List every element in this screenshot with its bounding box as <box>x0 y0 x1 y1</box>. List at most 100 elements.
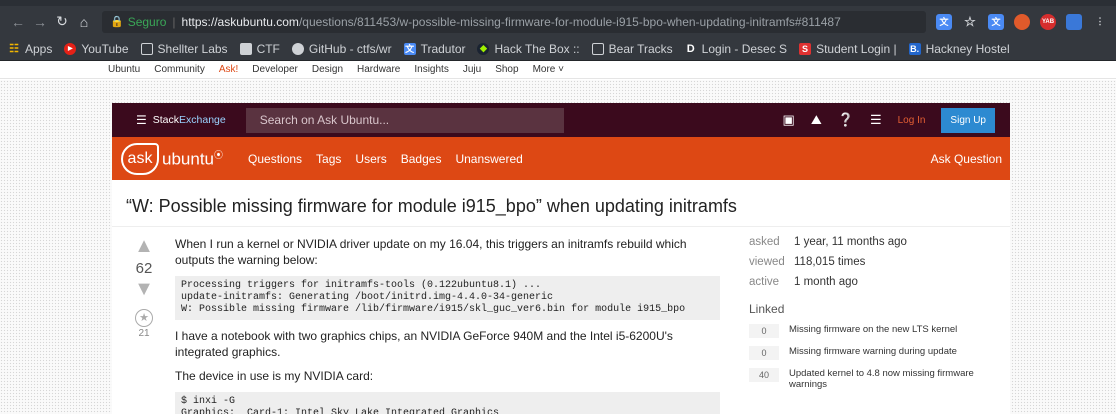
b-icon: B. <box>908 42 921 55</box>
bookmark-student[interactable]: S Student Login | <box>799 42 897 56</box>
site-search-input[interactable]: Search on Ask Ubuntu... <box>245 107 564 133</box>
nav-users[interactable]: Users <box>348 152 393 166</box>
code-block: Processing triggers for initramfs-tools … <box>175 276 720 320</box>
bookmark-apps[interactable]: ☷ Apps <box>8 42 52 56</box>
extension-icon-blue[interactable] <box>1066 13 1082 30</box>
ask-question-button[interactable]: Ask Question <box>931 152 1002 166</box>
code-block: $ inxi -G Graphics: Card-1: Intel Sky La… <box>175 392 720 414</box>
url-separator: | <box>172 14 176 29</box>
linked-title[interactable]: Missing firmware on the new LTS kernel <box>789 324 957 335</box>
back-icon[interactable]: ← <box>8 14 28 30</box>
s-icon: S <box>799 42 812 55</box>
upvote-arrow-icon[interactable]: ▲ <box>128 236 160 256</box>
nav-questions[interactable]: Questions <box>241 152 309 166</box>
linked-item[interactable]: 0 Missing firmware on the new LTS kernel <box>749 324 989 338</box>
ubuntu-global-nav: Ubuntu Community Ask! Developer Design H… <box>0 61 1116 79</box>
logo-ubuntu-word: ubuntu <box>162 149 214 169</box>
nav-developer[interactable]: Developer <box>252 64 298 75</box>
bookmarks-bar: ☷ Apps ▶ YouTube Shellter Labs CTF GitHub … <box>0 37 1116 61</box>
folder-icon <box>239 42 252 55</box>
bookmark-label: Apps <box>25 41 53 56</box>
signup-button[interactable]: Sign Up <box>941 107 995 133</box>
post-paragraph: When I run a kernel or NVIDIA driver upd… <box>175 237 687 267</box>
bookmark-tradutor[interactable]: 文 Tradutor <box>403 41 466 56</box>
apps-grid-icon: ☷ <box>9 43 19 55</box>
logo-exchange-text: Exchange <box>179 114 226 126</box>
logo-stack-text: Stack <box>152 114 180 126</box>
bookmark-label: Tradutor <box>420 41 466 56</box>
nav-insights[interactable]: Insights <box>414 64 448 75</box>
url-input[interactable]: 🔒 Seguro | https://askubuntu.com/questio… <box>102 10 926 33</box>
nav-juju[interactable]: Juju <box>463 64 481 75</box>
logo-ask-bubble: ask <box>121 142 159 175</box>
nav-unanswered[interactable]: Unanswered <box>448 152 529 166</box>
se-menu-icon: ☰ <box>136 113 147 127</box>
htb-icon: ◆ <box>477 42 490 55</box>
linked-heading: Linked <box>749 302 785 316</box>
bookmark-htb[interactable]: ◆ Hack The Box :: <box>477 42 580 56</box>
stat-label: asked <box>749 236 780 248</box>
nav-ask[interactable]: Ask! <box>219 64 238 75</box>
linked-item[interactable]: 40 Updated kernel to 4.8 now missing firm… <box>749 368 989 390</box>
question-title[interactable]: “W: Possible missing firmware for module… <box>126 196 737 217</box>
logo-ubuntu-text: ubuntu⦿ <box>162 148 223 170</box>
linked-title[interactable]: Updated kernel to 4.8 now missing firmwa… <box>789 368 989 390</box>
stat-label: active <box>749 276 780 288</box>
favorite-count: 21 <box>138 328 150 339</box>
linked-item[interactable]: 0 Missing firmware warning during update <box>749 346 989 360</box>
stat-active: active 1 month ago <box>749 276 989 288</box>
extension-icons: 文 ☆ 文 YAB ⋮ <box>936 13 1108 30</box>
home-icon[interactable]: ⌂ <box>74 14 94 30</box>
translate-ext-icon-2[interactable]: 文 <box>988 13 1004 30</box>
github-icon <box>291 42 304 55</box>
menu-kebab-icon[interactable]: ⋮ <box>1092 14 1108 30</box>
help-icon[interactable]: ❔ <box>838 112 854 128</box>
stat-value: 118,015 times <box>794 256 866 268</box>
bookmark-ctf[interactable]: CTF <box>239 41 280 56</box>
bookmark-beartracks[interactable]: Bear Tracks <box>591 42 673 56</box>
downvote-arrow-icon[interactable]: ▼ <box>128 279 160 299</box>
stackexchange-logo[interactable]: ☰ Stack Exchange <box>136 113 226 127</box>
bookmark-hackney[interactable]: B. Hackney Hostel <box>908 42 1010 56</box>
nav-tags[interactable]: Tags <box>309 152 348 166</box>
linked-score: 40 <box>749 368 779 382</box>
nav-design[interactable]: Design <box>312 64 343 75</box>
login-link[interactable]: Log In <box>898 115 926 126</box>
bookmark-desec[interactable]: D Login - Desec S <box>685 42 787 56</box>
bookmark-label: Student Login | <box>816 41 897 56</box>
stat-value[interactable]: 1 year, 11 months ago <box>794 236 907 248</box>
nav-badges[interactable]: Badges <box>394 152 449 166</box>
nav-community[interactable]: Community <box>154 64 205 75</box>
forward-icon[interactable]: → <box>30 14 50 30</box>
translate-ext-icon[interactable]: 文 <box>936 13 952 30</box>
bookmark-label: Shellter Labs <box>157 41 228 56</box>
star-icon[interactable]: ☆ <box>962 14 978 30</box>
url-host: https://askubuntu.com <box>181 14 299 29</box>
vote-count: 62 <box>135 260 153 277</box>
url-path: /questions/811453/w-possible-missing-fir… <box>298 14 841 29</box>
nav-shop[interactable]: Shop <box>495 64 518 75</box>
bookmark-shellter[interactable]: Shellter Labs <box>140 41 228 56</box>
yab-ext-icon[interactable]: YAB <box>1040 13 1056 30</box>
stat-viewed: viewed 118,015 times <box>749 256 989 268</box>
secure-label: Seguro <box>127 14 167 29</box>
achievements-trophy-icon[interactable]: ⛰ <box>811 112 822 128</box>
nav-hardware[interactable]: Hardware <box>357 64 400 75</box>
site-switcher-icon[interactable]: ☰ <box>870 112 882 128</box>
bookmark-label: CTF <box>256 41 280 56</box>
stat-value[interactable]: 1 month ago <box>794 276 858 288</box>
nav-ubuntu[interactable]: Ubuntu <box>108 64 140 75</box>
askubuntu-logo[interactable]: ask ubuntu⦿ <box>121 142 223 175</box>
bookmark-label: YouTube <box>81 41 129 56</box>
vote-cell: ▲ 62 ▼ ★ 21 <box>128 236 160 339</box>
askubuntu-header: ask ubuntu⦿ Questions Tags Users Badges … <box>112 137 1010 180</box>
nav-more[interactable]: More ˅ <box>533 64 564 75</box>
inbox-icon[interactable]: ▣ <box>783 112 795 128</box>
linked-title[interactable]: Missing firmware warning during update <box>789 346 957 357</box>
bookmark-github[interactable]: GitHub - ctfs/wr <box>291 42 392 56</box>
reload-icon[interactable]: ↻ <box>52 13 72 30</box>
bookmark-youtube[interactable]: ▶ YouTube <box>64 41 129 56</box>
extension-icon-orange[interactable] <box>1014 13 1030 30</box>
favorite-star-icon[interactable]: ★ <box>135 309 153 327</box>
site-nav: Questions Tags Users Badges Unanswered <box>241 152 530 166</box>
